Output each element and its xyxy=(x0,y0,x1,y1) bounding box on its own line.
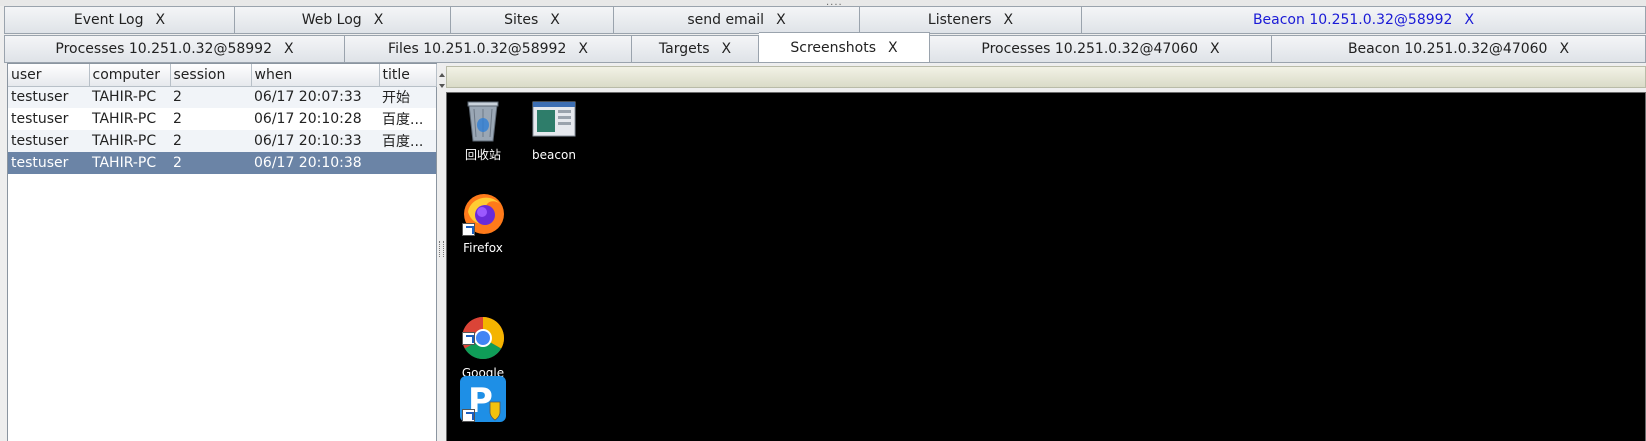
column-header-title[interactable]: title xyxy=(379,64,437,87)
shortcut-arrow-icon xyxy=(462,332,475,345)
screenshots-table-pane: user computer session when title testuse… xyxy=(7,63,437,441)
tab-label: Listeners xyxy=(927,12,992,28)
cell-user: testuser xyxy=(8,130,89,152)
cell-user: testuser xyxy=(8,86,89,108)
chrome-icon xyxy=(460,299,506,360)
tab-label: Screenshots xyxy=(790,39,877,56)
cell-session: 2 xyxy=(170,152,251,174)
desktop-icon-firefox: Firefox xyxy=(448,190,518,256)
tab-listeners[interactable]: Listeners X xyxy=(860,6,1082,34)
tab-label: Web Log xyxy=(301,12,362,28)
tab-processes-47060[interactable]: Processes 10.251.0.32@47060 X xyxy=(930,35,1272,63)
tab-label: Processes 10.251.0.32@47060 xyxy=(981,41,1199,57)
screenshot-viewer: 回收站 beacon Firefox Google P xyxy=(446,63,1646,441)
close-icon[interactable]: X xyxy=(578,41,588,57)
shortcut-arrow-icon xyxy=(462,409,475,422)
collapse-down-icon[interactable] xyxy=(439,84,445,88)
screenshots-panel: user computer session when title testuse… xyxy=(4,62,1646,441)
close-icon[interactable]: X xyxy=(550,12,560,28)
table-row-selected[interactable]: testuser TAHIR-PC 2 06/17 20:10:38 xyxy=(8,152,436,174)
table-row[interactable]: testuser TAHIR-PC 2 06/17 20:07:33 开始 xyxy=(8,86,436,108)
tab-sites[interactable]: Sites X xyxy=(451,6,614,34)
split-divider[interactable] xyxy=(438,63,446,441)
shortcut-arrow-icon xyxy=(462,223,475,236)
tab-processes-58992[interactable]: Processes 10.251.0.32@58992 X xyxy=(4,35,345,63)
recycle-bin-icon xyxy=(460,97,506,143)
close-icon[interactable]: X xyxy=(776,12,786,28)
table-row[interactable]: testuser TAHIR-PC 2 06/17 20:10:28 百度... xyxy=(8,108,436,130)
close-icon[interactable]: X xyxy=(1464,12,1474,28)
cell-computer: TAHIR-PC xyxy=(89,130,170,152)
close-icon[interactable]: X xyxy=(1210,41,1220,57)
divider-grip-icon[interactable] xyxy=(439,241,444,257)
close-icon[interactable]: X xyxy=(284,41,294,57)
desktop-icon-beacon: beacon xyxy=(519,97,589,163)
desktop-icon-label: beacon xyxy=(532,148,576,162)
tab-row-2: Processes 10.251.0.32@58992 X Files 10.2… xyxy=(4,32,1646,63)
close-icon[interactable]: X xyxy=(1004,12,1014,28)
cell-session: 2 xyxy=(173,111,182,127)
tab-screenshots[interactable]: Screenshots X xyxy=(759,32,930,63)
tab-send-email[interactable]: send email X xyxy=(614,6,860,34)
column-header-computer[interactable]: computer xyxy=(89,64,171,87)
tab-label: Event Log xyxy=(73,12,144,28)
executable-icon xyxy=(531,97,577,143)
cell-session: 2 xyxy=(170,86,251,108)
cell-title: 开始 xyxy=(379,86,436,108)
tab-label: Sites xyxy=(504,12,539,28)
close-icon[interactable]: X xyxy=(722,41,732,57)
close-icon[interactable]: X xyxy=(155,12,165,28)
tab-label: Beacon 10.251.0.32@47060 xyxy=(1347,41,1548,57)
desktop-icon-label: 回收站 xyxy=(464,148,501,162)
tab-label: Targets xyxy=(658,41,710,57)
screenshots-table: user computer session when title testuse… xyxy=(8,64,437,174)
cell-computer: TAHIR-PC xyxy=(89,86,170,108)
table-row[interactable]: testuser TAHIR-PC 2 06/17 20:10:33 百度... xyxy=(8,130,436,152)
close-icon[interactable]: X xyxy=(374,12,384,28)
cell-computer: TAHIR-PC xyxy=(89,152,170,174)
cell-session: 2 xyxy=(170,130,251,152)
tab-beacon-47060[interactable]: Beacon 10.251.0.32@47060 X xyxy=(1272,35,1646,63)
column-header-session[interactable]: session xyxy=(170,64,252,87)
tab-beacon-58992[interactable]: Beacon 10.251.0.32@58992 X xyxy=(1082,6,1646,34)
tab-files-58992[interactable]: Files 10.251.0.32@58992 X xyxy=(345,35,632,63)
firefox-icon xyxy=(460,190,506,236)
screenshot-image[interactable]: 回收站 beacon Firefox Google P xyxy=(446,92,1646,441)
viewer-toolbar xyxy=(446,66,1646,88)
cell-user: testuser xyxy=(8,152,89,174)
tab-label: Processes 10.251.0.32@58992 xyxy=(55,41,273,57)
tab-event-log[interactable]: Event Log X xyxy=(4,6,235,34)
desktop-icon-app: P xyxy=(448,376,518,426)
table-header: user computer session when title xyxy=(8,64,437,87)
cell-title: 百度... xyxy=(382,112,424,128)
tab-label: Beacon 10.251.0.32@58992 xyxy=(1252,12,1453,28)
tab-label: send email xyxy=(687,12,765,28)
cell-title: 百度... xyxy=(379,130,436,152)
close-icon[interactable]: X xyxy=(1559,41,1569,57)
app-p-icon: P xyxy=(460,376,506,422)
column-header-when[interactable]: when xyxy=(251,64,380,87)
desktop-icon-recycle-bin: 回收站 xyxy=(448,97,518,163)
cell-user: testuser xyxy=(11,111,69,127)
cell-when: 06/17 20:07:33 xyxy=(251,86,379,108)
cell-when: 06/17 20:10:38 xyxy=(251,152,379,174)
close-icon[interactable]: X xyxy=(888,40,898,56)
collapse-up-icon[interactable] xyxy=(439,73,445,77)
cell-when: 06/17 20:10:28 xyxy=(254,111,362,127)
cell-title xyxy=(379,152,436,174)
cell-when: 06/17 20:10:33 xyxy=(251,130,379,152)
tab-targets[interactable]: Targets X xyxy=(632,35,759,63)
cell-computer: TAHIR-PC xyxy=(92,111,157,127)
tab-row-1: Event Log X Web Log X Sites X send email… xyxy=(4,6,1646,34)
desktop-icon-label: Firefox xyxy=(463,241,503,255)
column-header-user[interactable]: user xyxy=(8,64,90,87)
tab-label: Files 10.251.0.32@58992 xyxy=(388,41,567,57)
tab-web-log[interactable]: Web Log X xyxy=(235,6,451,34)
